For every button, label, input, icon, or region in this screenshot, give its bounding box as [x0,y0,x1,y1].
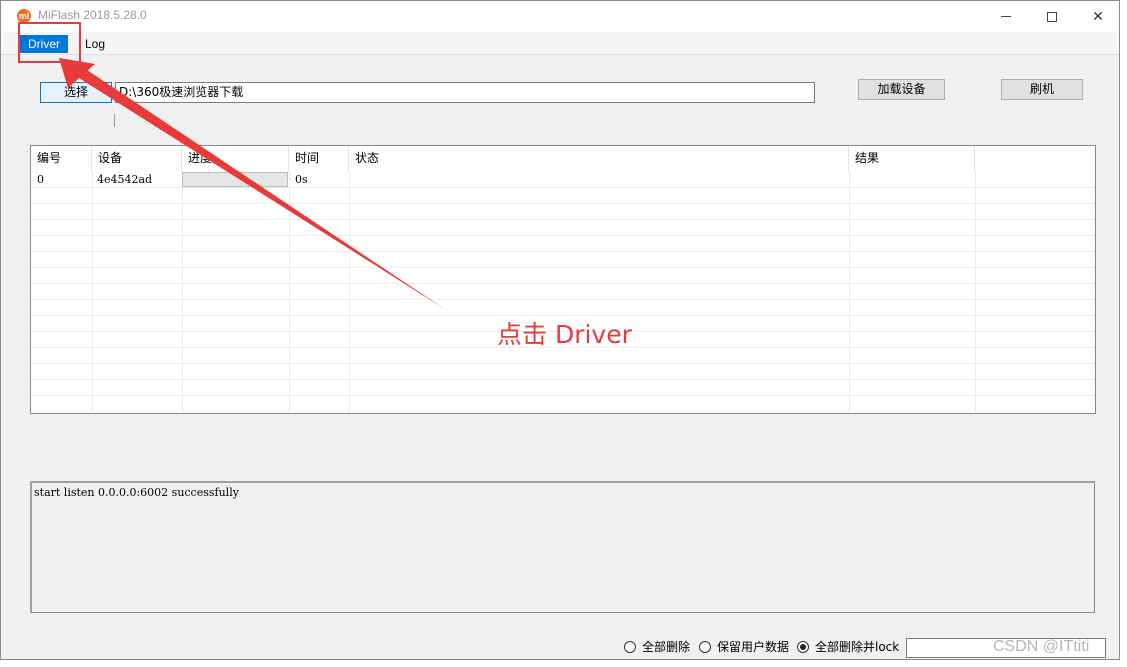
row-divider [31,299,1095,300]
column-divider [975,171,976,413]
row-divider [31,379,1095,380]
row-divider [31,251,1095,252]
column-header-device[interactable]: 设备 [92,146,182,171]
menu-log[interactable]: Log [83,35,107,53]
table-header: 编号 设备 进度 时间 状态 结果 [31,146,1095,171]
watermark: CSDN @ITtiti [993,638,1090,655]
column-header-progress[interactable]: 进度 [182,146,289,171]
window-title: MiFlash 2018.5.28.0 [38,8,147,22]
mi-logo-icon: mi [17,9,31,23]
log-output[interactable]: start listen 0.0.0.0:6002 successfully [30,481,1095,613]
radio-save-user-data[interactable] [699,641,711,653]
close-icon: ✕ [1092,8,1104,25]
device-table: 编号 设备 进度 时间 状态 结果 0 4e4542ad 0s [30,145,1096,414]
menu-bar: Driver Log [1,32,1119,55]
column-divider [289,171,290,413]
column-header-result[interactable]: 结果 [849,146,975,171]
row-divider [31,219,1095,220]
column-header-id[interactable]: 编号 [31,146,92,171]
row-divider [31,283,1095,284]
cell-time: 0s [295,173,308,186]
cell-device: 4e4542ad [97,173,153,186]
row-divider [31,235,1095,236]
annotation-highlight-box [18,22,81,63]
column-header-status[interactable]: 状态 [349,146,849,171]
flash-options-bar: 全部删除 保留用户数据 全部删除并lock [1,633,1119,659]
column-divider [849,171,850,413]
maximize-button[interactable] [1029,1,1075,32]
flash-button[interactable]: 刷机 [1001,79,1083,100]
maximize-icon [1047,11,1057,22]
minimize-button[interactable] [983,1,1029,32]
radio-label-save-user-data: 保留用户数据 [717,640,790,654]
log-line: start listen 0.0.0.0:6002 successfully [34,486,239,499]
progress-bar [182,172,288,187]
minimize-icon [1001,16,1011,17]
row-divider [31,203,1095,204]
divider [114,114,115,127]
column-header-time[interactable]: 时间 [289,146,349,171]
radio-clean-all-and-lock[interactable] [797,641,809,653]
radio-label-clean-all-and-lock: 全部删除并lock [815,640,900,654]
title-bar: mi MiFlash 2018.5.28.0 ✕ [1,1,1119,32]
column-divider [182,171,183,413]
row-divider [31,395,1095,396]
select-folder-button[interactable]: 选择 [40,82,112,103]
row-divider [31,363,1095,364]
row-divider [31,267,1095,268]
path-input[interactable]: D:\360极速浏览器下载 [115,82,815,103]
row-divider [31,187,1095,188]
cell-id: 0 [37,173,44,186]
load-device-button[interactable]: 加载设备 [858,79,945,100]
close-button[interactable]: ✕ [1075,1,1119,32]
background-page-strip [236,660,1127,667]
annotation-label: 点击 Driver [497,320,632,349]
radio-clean-all[interactable] [624,641,636,653]
column-divider [349,171,350,413]
column-divider [92,171,93,413]
radio-label-clean-all: 全部删除 [642,640,691,654]
